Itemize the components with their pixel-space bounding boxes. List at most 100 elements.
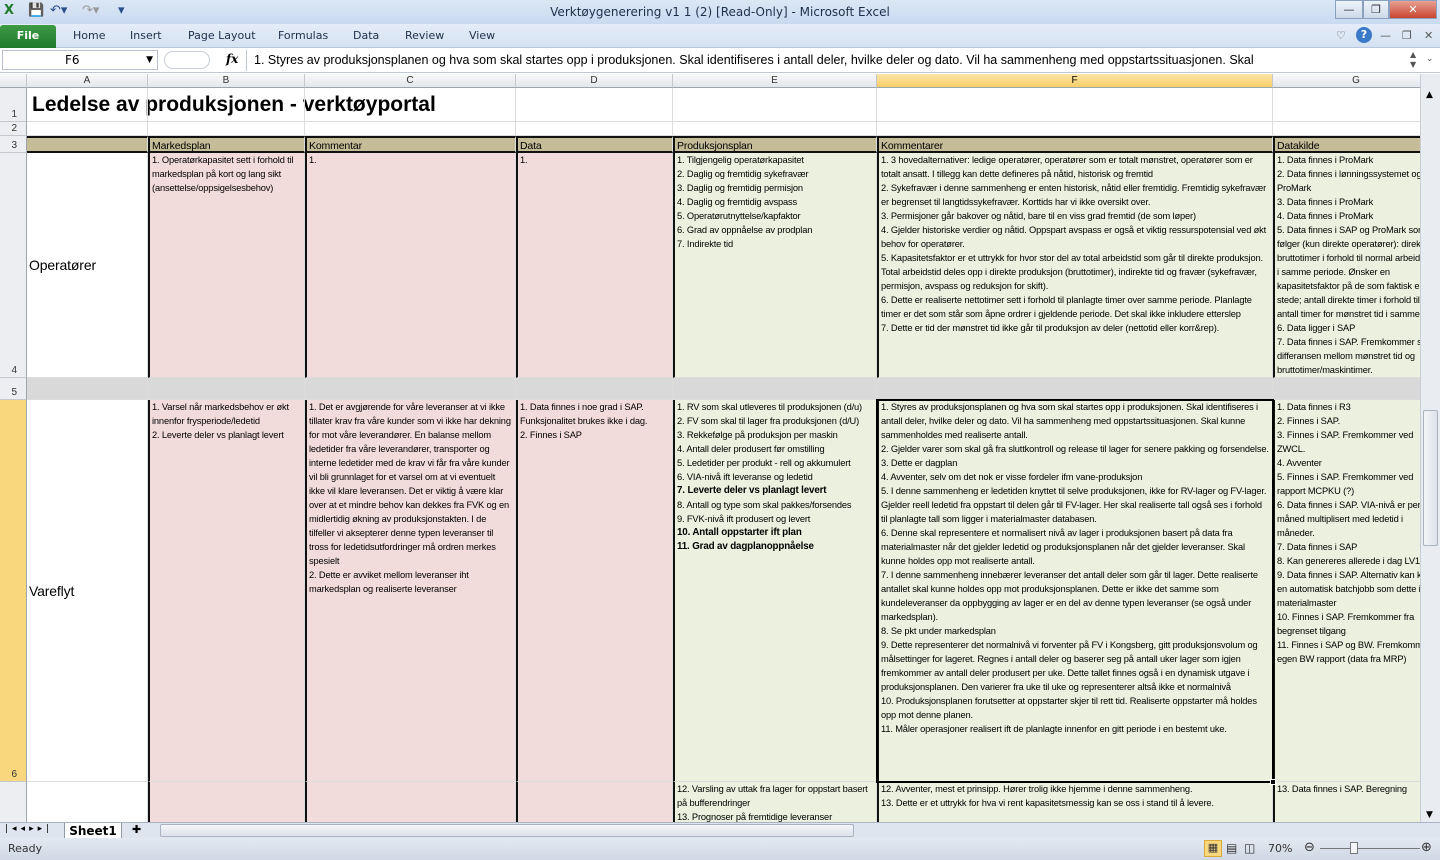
close-button[interactable]: ✕ [1389,0,1437,19]
row-label-row7[interactable] [27,782,148,822]
expand-formula-bar-icon[interactable]: ⌄ [1426,54,1434,64]
column-header-f[interactable]: F [877,74,1273,88]
header-g[interactable]: Datakilde [1273,136,1420,153]
tab-file[interactable]: File [0,25,56,48]
column-header-g[interactable]: G [1273,74,1420,88]
cell-B4[interactable]: 1. Operatørkapasitet sett i forhold til … [148,153,305,378]
workbook-close-icon[interactable]: ✕ [1424,29,1433,42]
zoom-level[interactable]: 70% [1268,842,1292,855]
cell-D2[interactable] [516,122,673,136]
name-box[interactable]: F6 ▼ [2,50,158,70]
cell-B2[interactable] [148,122,305,136]
row-header-6[interactable]: 6 [0,400,27,782]
zoom-in-icon[interactable]: ⊕ [1421,840,1432,855]
help-icon[interactable]: ? [1356,27,1372,43]
cell-A2[interactable] [27,122,148,136]
tab-formulas[interactable]: Formulas [278,29,328,42]
sheet-nav-arrows-icon[interactable]: |◂◂▸▸| [5,824,53,834]
cell-F6[interactable]: 1. Styres av produksjonsplanen og hva so… [877,400,1273,782]
separator-cell-C5[interactable] [305,378,516,400]
header-e[interactable]: Produksjonsplan [673,136,877,153]
sheet-tab-sheet1[interactable]: Sheet1 [64,823,122,839]
separator-cell-D5[interactable] [516,378,673,400]
horizontal-scroll-thumb[interactable] [160,824,854,837]
cell-D7[interactable] [516,782,673,822]
cell-G7[interactable]: 13. Data finnes i SAP. Beregning [1273,782,1420,822]
page-break-view-icon[interactable]: ◫ [1244,841,1255,855]
minimize-ribbon-icon[interactable]: ♡ [1336,29,1346,42]
column-header-d[interactable]: D [516,74,673,88]
formula-bar-splitter[interactable] [164,51,210,69]
cell-C7[interactable] [305,782,516,822]
fill-handle[interactable] [1270,779,1276,785]
zoom-out-icon[interactable]: ⊖ [1304,840,1315,855]
separator-cell-F5[interactable] [877,378,1273,400]
restore-button[interactable]: ❐ [1363,0,1389,19]
header-b[interactable]: Markedsplan [148,136,305,153]
scroll-down-icon[interactable]: ▼ [1426,810,1433,820]
select-all-corner[interactable] [0,74,27,88]
cell-C6[interactable]: 1. Det er avgjørende for våre leveranser… [305,400,516,782]
tab-review[interactable]: Review [405,29,444,42]
chevron-down-icon[interactable]: ▼ [146,51,153,69]
cell-G2[interactable] [1273,122,1420,136]
tab-data[interactable]: Data [353,29,379,42]
row-header-3[interactable]: 3 [0,136,27,153]
cell-B6[interactable]: 1. Varsel når markedsbehov er økt innenf… [148,400,305,782]
minimize-button[interactable]: — [1335,0,1363,19]
cell-F2[interactable] [877,122,1273,136]
header-a[interactable] [27,136,148,153]
cell-E1[interactable] [673,88,877,122]
column-header-c[interactable]: C [305,74,516,88]
cell-C1[interactable] [305,88,516,122]
tab-insert[interactable]: Insert [130,29,162,42]
cell-F1[interactable] [877,88,1273,122]
cell-G4[interactable]: 1. Data finnes i ProMark 2. Data finnes i… [1273,153,1420,378]
formula-scroll-icon[interactable]: ▲ ▼ [1410,50,1416,70]
formula-input[interactable]: 1. Styres av produksjonsplanen og hva so… [246,50,1406,71]
cell-A1[interactable] [27,88,148,122]
row-header-4[interactable]: 4 [0,153,27,378]
row-label-row4[interactable]: Operatører [27,153,148,378]
cell-F4[interactable]: 1. 3 hovedalternativer: ledige operatøre… [877,153,1273,378]
cell-B1[interactable] [148,88,305,122]
row-header-5[interactable]: 5 [0,378,27,400]
workbook-restore-icon[interactable]: ❐ [1402,29,1412,42]
cell-E6[interactable]: 1. RV som skal utleveres til produksjone… [673,400,877,782]
normal-view-icon[interactable]: ▦ [1204,840,1222,857]
page-layout-view-icon[interactable]: ▤ [1226,841,1237,855]
cell-D1[interactable] [516,88,673,122]
header-f[interactable]: Kommentarer [877,136,1273,153]
header-c[interactable]: Kommentar [305,136,516,153]
column-header-b[interactable]: B [148,74,305,88]
separator-cell-A5[interactable] [27,378,148,400]
vertical-scrollbar[interactable]: ▲ ▼ [1420,74,1440,822]
zoom-slider-thumb[interactable] [1350,842,1358,854]
tab-view[interactable]: View [469,29,495,42]
tab-page-layout[interactable]: Page Layout [188,29,256,42]
worksheet-grid[interactable]: Ledelse av produksjonen - verktøyportal … [0,74,1420,822]
cell-E2[interactable] [673,122,877,136]
tab-home[interactable]: Home [73,29,105,42]
cell-C2[interactable] [305,122,516,136]
cell-B7[interactable] [148,782,305,822]
zoom-slider[interactable] [1320,848,1420,849]
separator-cell-B5[interactable] [148,378,305,400]
row-label-row6[interactable]: Vareflyt [27,400,148,782]
cell-F7[interactable]: 12. Avventer, mest et prinsipp. Hører tr… [877,782,1273,822]
vertical-scroll-thumb[interactable] [1423,410,1438,546]
separator-cell-G5[interactable] [1273,378,1420,400]
row-header-1[interactable]: 1 [0,88,27,122]
separator-cell-E5[interactable] [673,378,877,400]
cell-E4[interactable]: 1. Tilgjengelig operatørkapasitet 2. Dagl… [673,153,877,378]
insert-sheet-icon[interactable]: ✚ [132,823,141,836]
workbook-minimize-icon[interactable]: — [1380,29,1391,42]
cell-G1[interactable] [1273,88,1420,122]
insert-function-icon[interactable]: fx [226,52,238,66]
cell-C4[interactable]: 1. [305,153,516,378]
cell-D6[interactable]: 1. Data finnes i noe grad i SAP. Funksjo… [516,400,673,782]
cell-D4[interactable]: 1. [516,153,673,378]
scroll-up-icon[interactable]: ▲ [1426,90,1433,100]
column-header-e[interactable]: E [673,74,877,88]
cell-G6[interactable]: 1. Data finnes i R3 2. Finnes i SAP. 3. Fi… [1273,400,1420,782]
